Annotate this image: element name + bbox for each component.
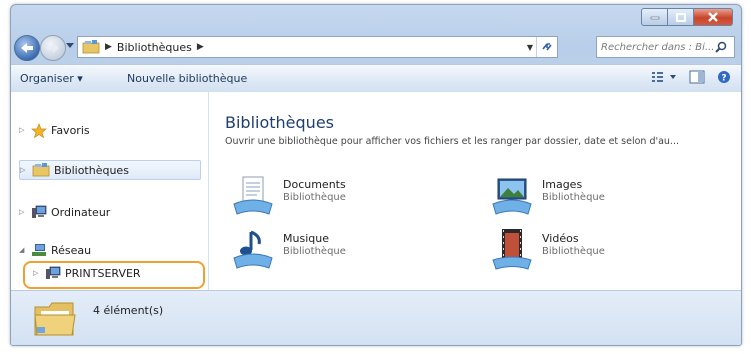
star-icon: [31, 122, 47, 138]
arrow-left-icon: [21, 43, 33, 53]
command-bar: Organiser ▾ Nouvelle bibliothèque ?: [11, 64, 741, 93]
documents-icon: [233, 176, 273, 215]
videos-icon: [492, 229, 532, 270]
images-icon: [492, 178, 532, 215]
minimize-button[interactable]: [641, 8, 668, 26]
library-type: Bibliothèque: [283, 246, 346, 257]
nav-item-label: Favoris: [51, 123, 90, 137]
maximize-icon: [675, 12, 686, 22]
expand-arrow-icon[interactable]: ▷: [19, 126, 31, 134]
address-bar[interactable]: ▶ Bibliothèques ▶ ▼: [77, 36, 558, 58]
arrow-right-icon: [47, 43, 59, 53]
close-button[interactable]: [694, 8, 733, 26]
search-box: [596, 36, 735, 58]
search-input[interactable]: [597, 40, 715, 54]
refresh-button[interactable]: [536, 37, 557, 57]
item-count: 4 élément(s): [93, 304, 164, 317]
nav-item-computer[interactable]: ▷ Ordinateur: [19, 203, 110, 221]
minimize-icon: [650, 16, 659, 20]
forward-button[interactable]: [40, 35, 66, 61]
library-item-music[interactable]: Musique Bibliothèque: [231, 228, 346, 272]
change-view-icon[interactable]: [651, 70, 677, 84]
library-type: Bibliothèque: [542, 246, 605, 257]
expand-arrow-icon[interactable]: ▷: [19, 208, 31, 216]
breadcrumb-separator-icon[interactable]: ▶: [197, 42, 204, 52]
library-item-documents[interactable]: Documents Bibliothèque: [231, 174, 346, 218]
library-type: Bibliothèque: [542, 192, 605, 203]
expand-arrow-icon[interactable]: ▷: [20, 166, 32, 174]
page-title: Bibliothèques: [225, 113, 334, 132]
music-icon: [233, 230, 273, 269]
help-icon[interactable]: ?: [717, 70, 731, 84]
caption-buttons: [641, 8, 733, 26]
library-name: Documents: [283, 178, 346, 191]
computer-icon: [32, 205, 47, 218]
breadcrumb-separator-icon: ▶: [105, 42, 112, 52]
nav-item-network[interactable]: ◢ Réseau: [19, 244, 91, 256]
nav-item-label: Bibliothèques: [54, 163, 129, 177]
nav-item-favorites[interactable]: ▷ Favoris: [19, 121, 90, 139]
collapse-arrow-icon[interactable]: ◢: [19, 246, 31, 254]
library-type: Bibliothèque: [283, 192, 346, 203]
breadcrumb-libraries[interactable]: Bibliothèques: [117, 41, 192, 54]
page-subtitle: Ouvrir une bibliothèque pour afficher vo…: [225, 136, 679, 147]
library-name: Vidéos: [542, 232, 579, 245]
recent-pages-dropdown-icon[interactable]: [66, 43, 74, 49]
printserver-highlight: [23, 261, 205, 289]
nav-item-label: Ordinateur: [51, 205, 111, 219]
library-icon: [32, 163, 50, 177]
view-controls: ?: [651, 70, 731, 84]
nav-item-label: Réseau: [51, 244, 92, 256]
library-folder-icon: [82, 40, 100, 54]
svg-text:?: ?: [721, 74, 726, 84]
new-library-button[interactable]: Nouvelle bibliothèque: [127, 72, 247, 85]
close-icon: [708, 12, 718, 22]
nav-item-libraries[interactable]: ▷ Bibliothèques: [19, 160, 201, 180]
organize-menu-button[interactable]: Organiser ▾: [20, 72, 83, 85]
address-dropdown-icon[interactable]: ▼: [527, 43, 533, 52]
library-name: Musique: [283, 232, 329, 245]
content-pane: Bibliothèques Ouvrir une bibliothèque po…: [225, 92, 735, 290]
search-icon[interactable]: [715, 41, 727, 53]
main-area: ▷ Favoris ▷ Bibliothèques ▷ Ordinateur ◢…: [11, 92, 741, 290]
maximize-button[interactable]: [668, 8, 694, 26]
library-item-videos[interactable]: Vidéos Bibliothèque: [490, 228, 605, 272]
details-pane: 4 élément(s): [11, 290, 741, 345]
navigation-pane: ▷ Favoris ▷ Bibliothèques ▷ Ordinateur ◢…: [11, 92, 209, 290]
network-icon: [32, 244, 46, 256]
explorer-window: ▶ Bibliothèques ▶ ▼ Organiser ▾ Nouvelle…: [10, 4, 742, 346]
back-button[interactable]: [14, 35, 40, 61]
address-row: ▶ Bibliothèques ▶ ▼: [11, 33, 741, 63]
library-name: Images: [542, 178, 583, 191]
preview-pane-icon[interactable]: [689, 70, 705, 84]
library-folder-large-icon: [34, 302, 76, 336]
refresh-icon: [542, 43, 552, 51]
library-item-images[interactable]: Images Bibliothèque: [490, 174, 605, 218]
